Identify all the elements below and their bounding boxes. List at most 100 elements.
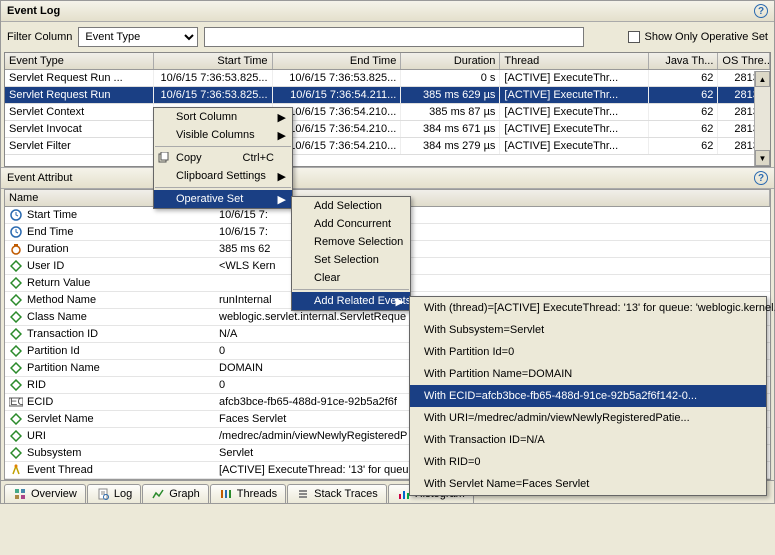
menu-add-concurrent[interactable]: Add Concurrent xyxy=(292,215,410,233)
event-log-title: Event Log xyxy=(7,5,60,17)
diamond-icon xyxy=(9,362,23,374)
svg-text:ECID: ECID xyxy=(10,397,23,407)
attr-name: Return Value xyxy=(27,277,90,289)
context-menu-related-events: With (thread)=[ACTIVE] ExecuteThread: '1… xyxy=(409,296,767,496)
clock-blue-icon xyxy=(9,226,23,238)
overview-icon xyxy=(13,488,27,500)
event-attributes-title: Event Attribut xyxy=(7,172,72,184)
col-duration[interactable]: Duration xyxy=(401,53,500,69)
diamond-icon xyxy=(9,260,23,272)
attr-name: Transaction ID xyxy=(27,328,98,340)
col-java-th[interactable]: Java Th... xyxy=(649,53,718,69)
filter-column-select[interactable]: Event Type xyxy=(78,27,198,47)
timer-icon xyxy=(9,243,23,255)
menu-remove-selection[interactable]: Remove Selection xyxy=(292,233,410,251)
attr-name: Class Name xyxy=(27,311,87,323)
diamond-icon xyxy=(9,379,23,391)
table-row[interactable]: Servlet Request Run10/6/15 7:36:53.825..… xyxy=(5,87,770,104)
attr-name: Method Name xyxy=(27,294,96,306)
table-row[interactable]: Servlet Request Run ...10/6/15 7:36:53.8… xyxy=(5,70,770,87)
menu-related-item[interactable]: With Partition Id=0 xyxy=(410,341,766,363)
filter-column-label: Filter Column xyxy=(7,31,72,43)
menu-add-related-events[interactable]: Add Related Events▶ xyxy=(292,292,410,310)
tab-log[interactable]: Log xyxy=(87,484,141,503)
attr-name: Servlet Name xyxy=(27,413,94,425)
menu-related-item[interactable]: With RID=0 xyxy=(410,451,766,473)
menu-related-item[interactable]: With URI=/medrec/admin/viewNewlyRegister… xyxy=(410,407,766,429)
context-menu-main: Sort Column▶ Visible Columns▶ CopyCtrl+C… xyxy=(153,107,293,209)
grid-vscrollbar[interactable]: ▲ ▼ xyxy=(754,71,770,166)
thread-icon xyxy=(9,464,23,476)
attr-name: Subsystem xyxy=(27,447,81,459)
ecid-icon: ECID xyxy=(9,396,23,408)
event-attributes-header: Event Attribut ? xyxy=(1,167,774,189)
menu-related-item[interactable]: With Subsystem=Servlet xyxy=(410,319,766,341)
graph-icon xyxy=(151,488,165,500)
context-menu-operative-set: Add Selection Add Concurrent Remove Sele… xyxy=(291,196,411,311)
log-icon xyxy=(96,488,110,500)
tab-label: Stack Traces xyxy=(314,488,378,500)
grid-header-row: Event Type Start Time End Time Duration … xyxy=(5,53,770,70)
menu-related-item[interactable]: With ECID=afcb3bce-fb65-488d-91ce-92b5a2… xyxy=(410,385,766,407)
menu-related-item[interactable]: With Transaction ID=N/A xyxy=(410,429,766,451)
tab-label: Graph xyxy=(169,488,200,500)
menu-clear[interactable]: Clear xyxy=(292,269,410,287)
menu-sort-column[interactable]: Sort Column▶ xyxy=(154,108,292,126)
tab-graph[interactable]: Graph xyxy=(142,484,209,503)
copy-icon xyxy=(157,152,171,164)
attr-name: Start Time xyxy=(27,209,77,221)
menu-clipboard-settings[interactable]: Clipboard Settings▶ xyxy=(154,167,292,185)
show-only-operative-set-checkbox[interactable]: Show Only Operative Set xyxy=(628,31,768,43)
diamond-icon xyxy=(9,430,23,442)
filter-text-input[interactable] xyxy=(204,27,584,47)
scroll-down-icon[interactable]: ▼ xyxy=(755,150,770,166)
clock-blue-icon xyxy=(9,209,23,221)
table-row[interactable]: Servlet Context10/6/15 7:36:54.210...385… xyxy=(5,104,770,121)
checkbox-icon xyxy=(628,31,640,43)
menu-related-item[interactable]: With Partition Name=DOMAIN xyxy=(410,363,766,385)
menu-visible-columns[interactable]: Visible Columns▶ xyxy=(154,126,292,144)
filter-row: Filter Column Event Type Show Only Opera… xyxy=(1,22,774,52)
show-only-label: Show Only Operative Set xyxy=(644,31,768,43)
attr-name: Partition Id xyxy=(27,345,80,357)
col-end-time[interactable]: End Time xyxy=(273,53,402,69)
menu-operative-set[interactable]: Operative Set▶ xyxy=(154,190,292,208)
col-start-time[interactable]: Start Time xyxy=(154,53,273,69)
attr-name: Partition Name xyxy=(27,362,100,374)
attr-name: Duration xyxy=(27,243,69,255)
attr-name: RID xyxy=(27,379,46,391)
diamond-icon xyxy=(9,277,23,289)
help-icon[interactable]: ? xyxy=(754,4,768,18)
col-os-th[interactable]: OS Thre... xyxy=(718,53,770,69)
threads-icon xyxy=(219,488,233,500)
help-icon[interactable]: ? xyxy=(754,171,768,185)
attr-name: URI xyxy=(27,430,46,442)
diamond-icon xyxy=(9,294,23,306)
diamond-icon xyxy=(9,413,23,425)
attr-name: ECID xyxy=(27,396,53,408)
scroll-up-icon[interactable]: ▲ xyxy=(755,71,770,87)
attr-name: Event Thread xyxy=(27,464,93,476)
menu-related-item[interactable]: With Servlet Name=Faces Servlet xyxy=(410,473,766,495)
table-row[interactable]: Servlet Filter10/6/15 7:36:54.210...384 … xyxy=(5,138,770,155)
diamond-icon xyxy=(9,328,23,340)
attr-name: End Time xyxy=(27,226,73,238)
tab-overview[interactable]: Overview xyxy=(4,484,86,503)
diamond-icon xyxy=(9,345,23,357)
col-thread[interactable]: Thread xyxy=(500,53,649,69)
menu-set-selection[interactable]: Set Selection xyxy=(292,251,410,269)
tab-stack-traces[interactable]: Stack Traces xyxy=(287,484,387,503)
attr-name: User ID xyxy=(27,260,64,272)
event-log-header: Event Log ? xyxy=(1,1,774,22)
menu-add-selection[interactable]: Add Selection xyxy=(292,197,410,215)
menu-related-item[interactable]: With (thread)=[ACTIVE] ExecuteThread: '1… xyxy=(410,297,766,319)
diamond-icon xyxy=(9,447,23,459)
tab-threads[interactable]: Threads xyxy=(210,484,286,503)
col-event-type[interactable]: Event Type xyxy=(5,53,154,69)
stack-icon xyxy=(296,488,310,500)
event-log-grid: Event Type Start Time End Time Duration … xyxy=(4,52,771,167)
tab-label: Overview xyxy=(31,488,77,500)
table-row[interactable]: Servlet Invocat10/6/15 7:36:54.210...384… xyxy=(5,121,770,138)
tab-label: Threads xyxy=(237,488,277,500)
menu-copy[interactable]: CopyCtrl+C xyxy=(154,149,292,167)
